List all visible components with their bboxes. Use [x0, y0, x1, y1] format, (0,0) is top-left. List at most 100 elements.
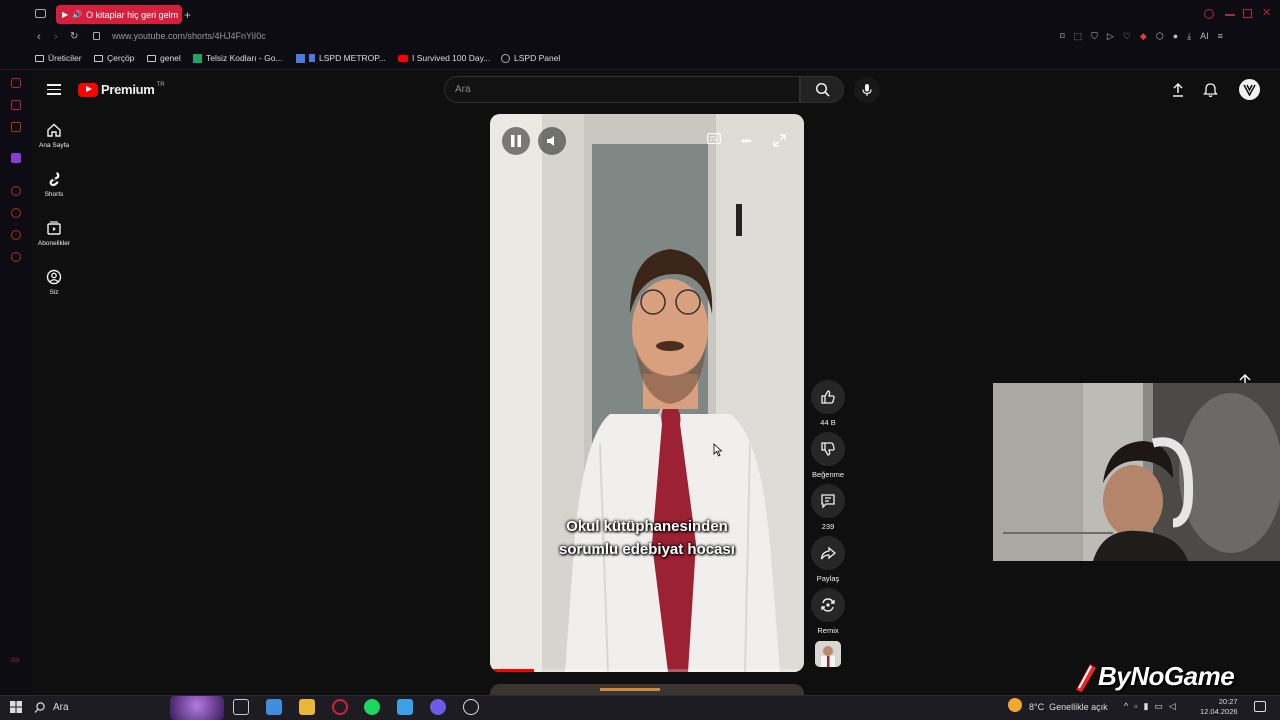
back-icon[interactable]: ‹ — [37, 31, 41, 43]
bookmark-item[interactable]: LSPD Panel — [501, 53, 560, 63]
store-icon[interactable] — [266, 699, 282, 715]
extensions-icon[interactable]: ⬡ — [1156, 31, 1164, 42]
vpn-app-icon[interactable] — [397, 699, 413, 715]
url-field[interactable]: www.youtube.com/shorts/4HJ4FnYiI0c — [112, 31, 266, 41]
weather-widget[interactable]: 8°C Genellikle açık — [1029, 702, 1108, 712]
channel-watermark: ByNoGame — [1072, 660, 1235, 692]
account-avatar[interactable] — [1239, 79, 1260, 100]
tray-volume-icon[interactable]: ◁ — [1169, 701, 1176, 712]
profile-icon[interactable]: ● — [1173, 31, 1178, 42]
sound-thumbnail[interactable] — [815, 641, 841, 667]
menu-icon[interactable] — [47, 84, 61, 95]
vpn-shield-icon[interactable]: ⛉ — [1091, 31, 1098, 42]
tab-active[interactable]: ▶ 🔊 O kitaplar hiç geri gelm — [56, 5, 182, 24]
sidebar-item-you[interactable]: Siz — [32, 269, 76, 296]
channel-thumbnail-icon — [815, 641, 841, 667]
taskbar-search-icon — [34, 701, 45, 713]
extension-fox-icon[interactable]: ◆ — [1140, 31, 1147, 42]
clock[interactable]: 20:27 12.04.2026 — [1200, 697, 1238, 717]
next-short-preview[interactable] — [490, 684, 804, 695]
like-button[interactable]: 44 B — [810, 380, 846, 427]
globe-icon — [501, 53, 510, 63]
bookmark-folder[interactable]: genel — [147, 53, 181, 63]
pinboard-icon[interactable] — [11, 230, 21, 240]
dislike-button[interactable]: Beğenme — [810, 432, 846, 479]
windows-start-icon[interactable] — [10, 701, 22, 713]
discord-taskbar-icon[interactable] — [430, 699, 446, 715]
bookmark-folder[interactable]: Üreticiler — [35, 53, 82, 63]
tray-app-icon[interactable]: ▫ — [1134, 701, 1137, 712]
whatsapp-icon[interactable] — [11, 78, 21, 88]
tray-overflow-icon[interactable]: ^ — [1124, 701, 1128, 712]
search-button[interactable] — [800, 76, 844, 103]
player-play-icon[interactable]: ▷ — [1107, 31, 1114, 42]
bookmark-item[interactable]: LSPD METROP... — [296, 53, 386, 63]
close-window-icon[interactable]: ✕ — [1262, 6, 1271, 19]
docs-icon — [309, 54, 315, 62]
notifications-bell-icon[interactable] — [1203, 82, 1218, 98]
webcam-feed — [993, 383, 1280, 561]
progress-fill — [490, 669, 534, 672]
task-view-icon[interactable] — [233, 699, 249, 715]
comment-icon — [821, 494, 835, 509]
subtitle-line-1: Okul kütüphanesinden — [566, 518, 728, 535]
share-button[interactable]: Paylaş — [810, 536, 846, 583]
folder-icon — [147, 54, 156, 62]
tray-mic-icon[interactable]: ▮ — [1143, 701, 1148, 712]
pause-icon — [511, 135, 521, 147]
snapshot-icon[interactable]: ⬚ — [1074, 31, 1083, 42]
microphone-icon — [862, 84, 872, 96]
instagram-icon[interactable] — [11, 100, 21, 110]
minimize-icon[interactable] — [1225, 14, 1235, 16]
share-label: Paylaş — [816, 574, 840, 583]
easy-setup-icon[interactable]: ≡ — [1218, 31, 1223, 42]
downloads-icon[interactable]: ⤓ — [1187, 31, 1191, 42]
obs-icon[interactable] — [463, 699, 479, 715]
spotify-icon[interactable] — [364, 699, 380, 715]
pause-button[interactable] — [502, 127, 530, 155]
reload-icon[interactable]: ↻ — [70, 31, 78, 42]
more-options-icon[interactable]: ••• — [741, 134, 752, 148]
file-explorer-icon[interactable] — [299, 699, 315, 715]
shorts-video-player[interactable]: ••• Okul kütüphanesinden sorumlu edebiya… — [490, 114, 804, 672]
notification-center-icon[interactable] — [1254, 701, 1266, 712]
captions-icon — [707, 133, 721, 144]
forward-icon[interactable]: › — [54, 31, 58, 43]
taskbar-search[interactable]: Ara — [34, 699, 184, 715]
sidebar-item-subscriptions[interactable]: Abonelikler — [32, 220, 76, 247]
youtube-logo[interactable]: Premium TR — [78, 82, 165, 97]
aria-ai-button[interactable]: AI — [1200, 31, 1209, 42]
tab-overview-icon[interactable] — [35, 9, 46, 18]
avatar-logo-icon — [1243, 84, 1256, 96]
tray-network-icon[interactable]: ▭ — [1154, 701, 1163, 712]
maximize-icon[interactable] — [1243, 9, 1252, 18]
mouse-cursor-icon — [713, 443, 723, 457]
player-icon[interactable] — [11, 186, 21, 196]
twitch-icon[interactable] — [11, 153, 21, 163]
opera-gx-taskbar-icon[interactable] — [332, 699, 348, 715]
bookmark-item[interactable]: Telsiz Kodları - Go... — [193, 53, 283, 63]
favorites-heart-icon[interactable]: ♡ — [1123, 31, 1131, 42]
discord-icon[interactable] — [11, 122, 21, 132]
progress-track[interactable] — [490, 669, 804, 672]
subtitle-line-2: sorumlu edebiyat hocası — [559, 541, 735, 558]
sidebar-item-home[interactable]: Ana Sayfa — [32, 122, 76, 149]
bookmark-folder[interactable]: Çerçöp — [94, 53, 134, 63]
new-tab-icon[interactable]: + — [184, 8, 191, 22]
upload-icon[interactable] — [1171, 82, 1185, 98]
shorts-icon — [49, 171, 60, 187]
bookmark-item[interactable]: I Survived 100 Day... — [398, 53, 490, 63]
fullscreen-icon[interactable] — [773, 134, 786, 147]
search-input[interactable]: Ara — [444, 76, 800, 103]
captions-button[interactable] — [707, 133, 721, 144]
bookmarks-bar — [0, 48, 1280, 70]
voice-search-button[interactable] — [854, 77, 880, 103]
volume-button[interactable] — [538, 127, 566, 155]
settings-icon[interactable] — [11, 252, 21, 262]
history-icon[interactable] — [11, 208, 21, 218]
comments-button[interactable]: 239 — [810, 484, 846, 531]
bookmark-page-icon[interactable]: ⌑ — [1060, 31, 1065, 42]
search-tabs-icon[interactable] — [1204, 9, 1214, 19]
remix-button[interactable]: Remix — [810, 588, 846, 635]
sidebar-item-shorts[interactable]: Shorts — [32, 171, 76, 198]
